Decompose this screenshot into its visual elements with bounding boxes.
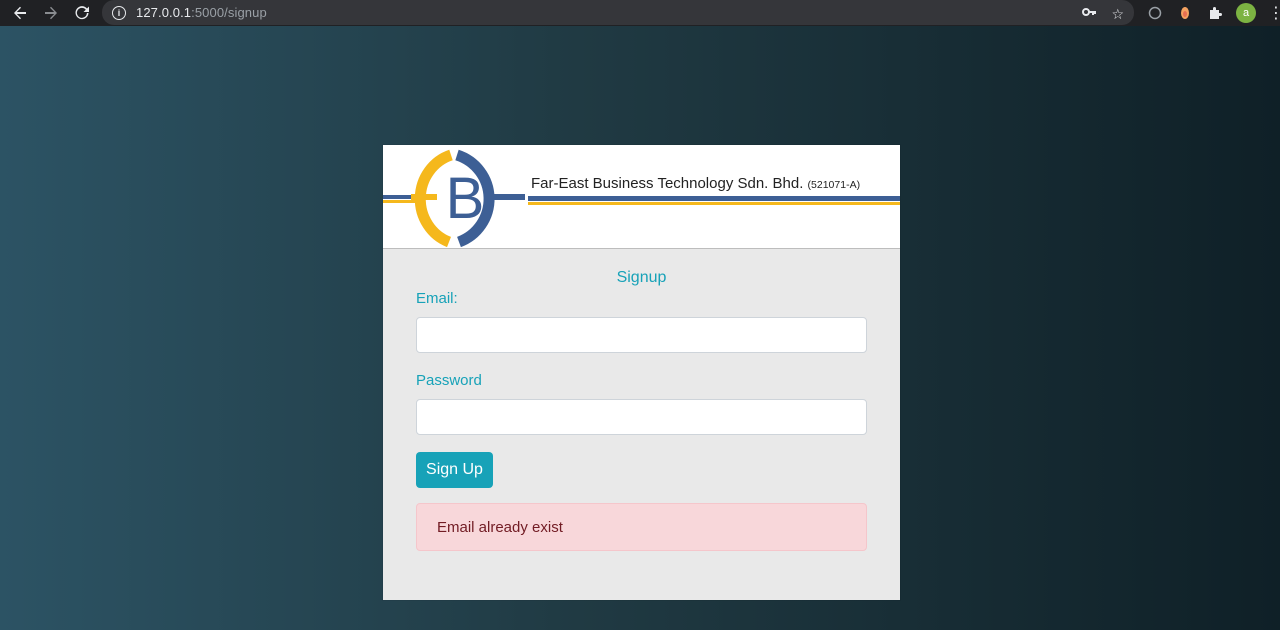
password-label: Password (416, 372, 482, 389)
reload-icon[interactable] (70, 1, 94, 25)
password-field[interactable] (416, 399, 867, 435)
company-registration: (521071-A) (807, 179, 861, 191)
key-icon[interactable] (1081, 4, 1097, 23)
back-arrow-icon[interactable] (8, 1, 32, 25)
email-label: Email: (416, 290, 458, 307)
url-text: 127.0.0.1:5000/signup (136, 5, 267, 20)
sign-up-button[interactable]: Sign Up (416, 452, 493, 488)
company-name: Far-East Business Technology Sdn. Bhd. (… (531, 175, 861, 192)
alert-message: Email already exist (437, 518, 563, 536)
email-field[interactable] (416, 317, 867, 353)
profile-avatar[interactable]: a (1236, 3, 1256, 23)
menu-kebab-icon[interactable]: ⋮ (1268, 3, 1280, 23)
form-title: Signup (616, 269, 667, 286)
error-alert: Email already exist (416, 503, 867, 551)
browser-toolbar: i 127.0.0.1:5000/signup ☆ a ⋮ (0, 0, 1280, 26)
page-background: B Far-East Business Technology Sdn. Bhd.… (0, 26, 1280, 630)
company-logo: B (383, 149, 900, 248)
company-banner: B Far-East Business Technology Sdn. Bhd.… (383, 145, 900, 249)
signup-card: B Far-East Business Technology Sdn. Bhd.… (383, 145, 900, 600)
forward-arrow-icon[interactable] (39, 1, 63, 25)
extension-circle-icon[interactable] (1146, 4, 1164, 22)
extension-bulb-icon[interactable] (1176, 4, 1194, 22)
address-bar[interactable]: i 127.0.0.1:5000/signup ☆ (102, 0, 1134, 25)
logo-letter: B (446, 166, 485, 231)
extensions-puzzle-icon[interactable] (1206, 4, 1224, 22)
star-bookmark-icon[interactable]: ☆ (1111, 6, 1124, 22)
info-icon[interactable]: i (112, 5, 126, 20)
